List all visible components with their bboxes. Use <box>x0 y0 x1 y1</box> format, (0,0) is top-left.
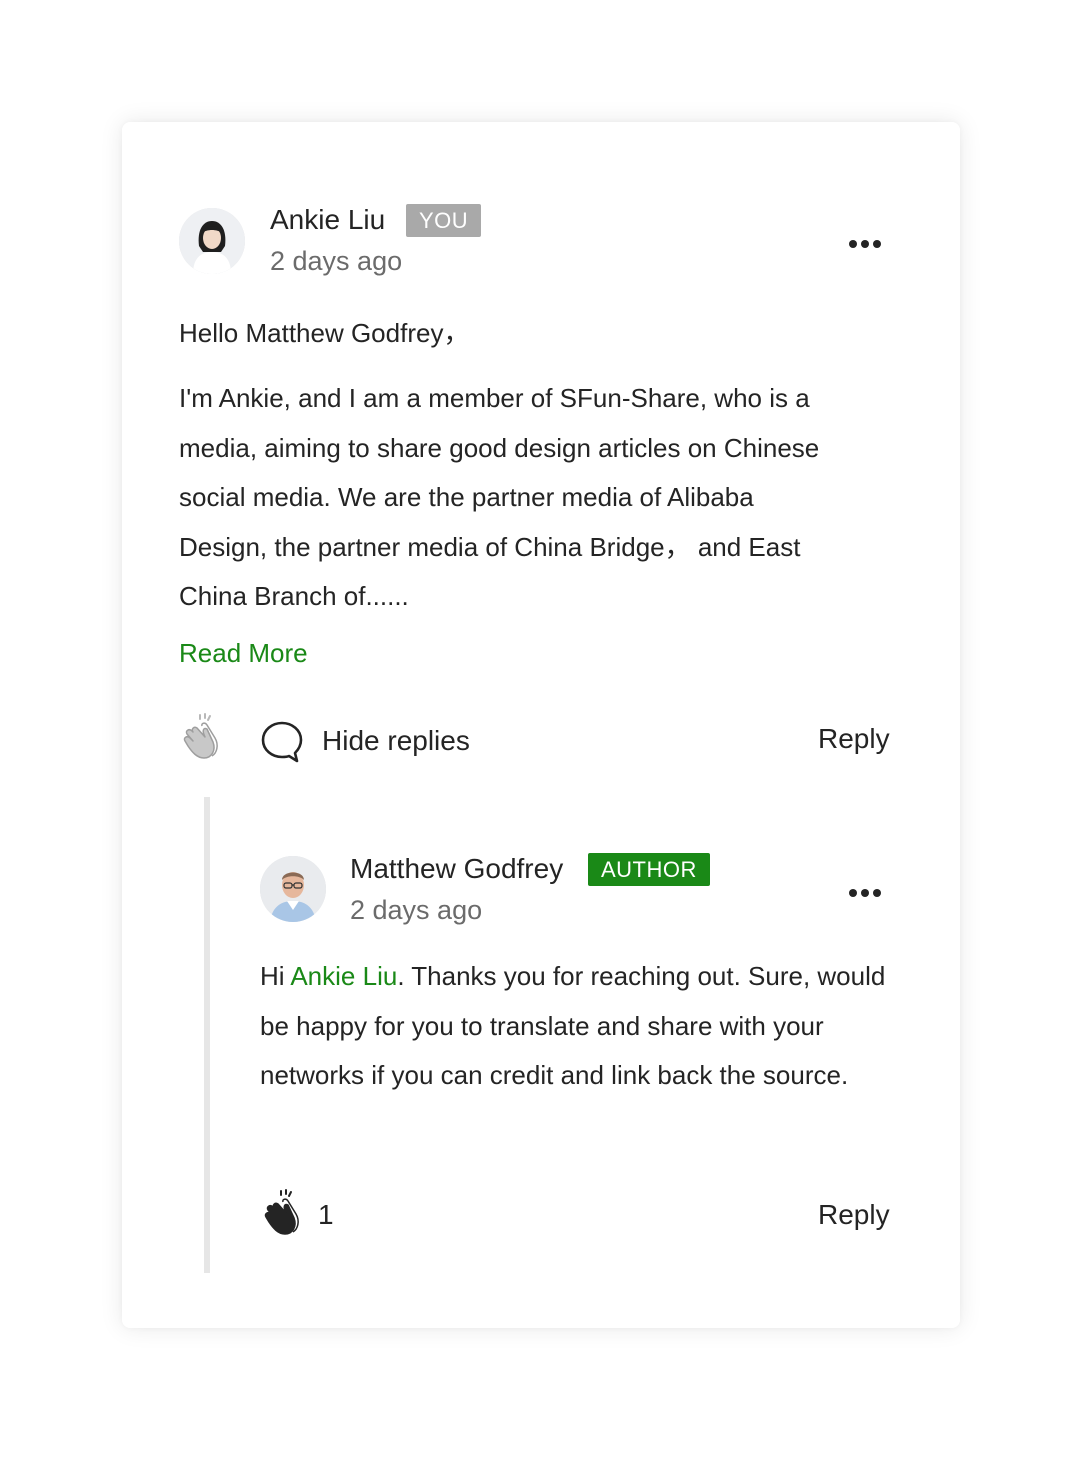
comment-greeting: Hello Matthew Godfrey， <box>179 318 470 348</box>
comment-body-line: China Branch of...... <box>179 581 409 612</box>
more-options-icon[interactable] <box>846 232 886 256</box>
comment-timestamp: 2 days ago <box>270 246 403 276</box>
comment-author-name[interactable]: Ankie Liu <box>270 204 385 236</box>
you-badge: YOU <box>406 204 482 237</box>
clap-icon[interactable] <box>179 712 227 760</box>
mention-link[interactable]: Ankie Liu <box>290 961 397 991</box>
reply-timestamp: 2 days ago <box>350 895 483 925</box>
comment-body-line: social media. We are the partner media o… <box>179 482 754 513</box>
comment-body-line: Design, the partner media of China Bridg… <box>179 531 801 562</box>
reply-button[interactable]: Reply <box>818 723 890 755</box>
reply-author-name[interactable]: Matthew Godfrey <box>350 853 563 885</box>
clap-count: 1 <box>318 1199 334 1230</box>
avatar[interactable] <box>260 856 326 922</box>
avatar[interactable] <box>179 208 245 274</box>
reply-button[interactable]: Reply <box>818 1199 890 1231</box>
comment-card: Ankie Liu YOU 2 days ago Hello Matthew G… <box>122 122 960 1328</box>
reply-body-prefix: Hi <box>260 961 291 991</box>
clap-icon[interactable] <box>260 1188 308 1236</box>
more-options-icon[interactable] <box>846 881 886 905</box>
author-badge: AUTHOR <box>588 853 710 886</box>
comment-bubble-icon[interactable] <box>260 720 304 764</box>
comment-body: I'm Ankie, and I am a member of SFun-Sha… <box>179 374 919 622</box>
thread-line <box>204 797 210 1273</box>
reply-body: Hi Ankie Liu. Thanks you for reaching ou… <box>260 952 910 1101</box>
comment-body-line: I'm Ankie, and I am a member of SFun-Sha… <box>179 383 810 413</box>
read-more-link[interactable]: Read More <box>179 638 308 669</box>
hide-replies-button[interactable]: Hide replies <box>322 725 470 757</box>
comment-body-line: media, aiming to share good design artic… <box>179 432 820 463</box>
